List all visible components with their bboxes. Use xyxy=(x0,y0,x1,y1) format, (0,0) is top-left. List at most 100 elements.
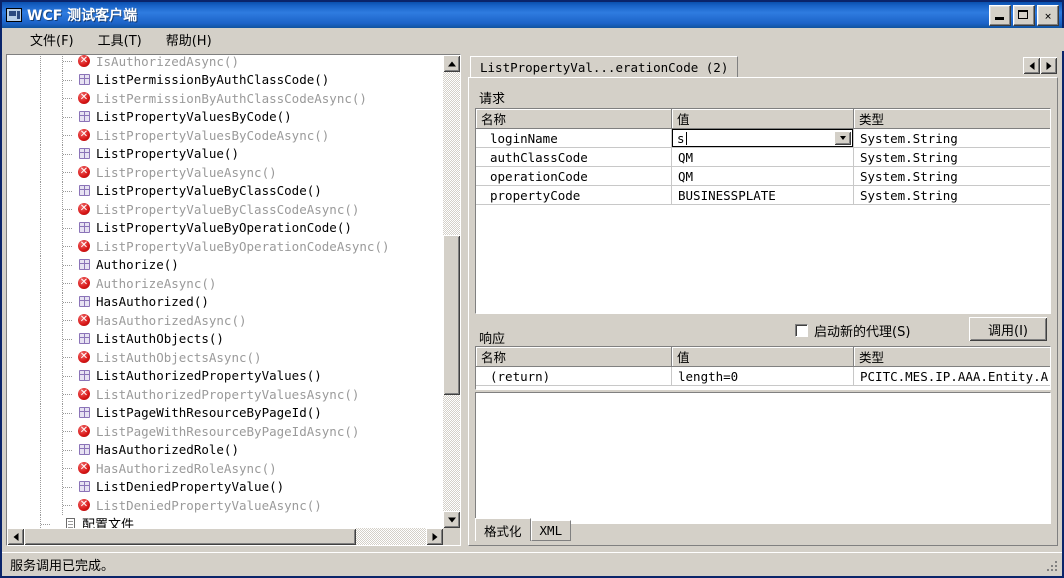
tree-item[interactable]: HasAuthorizedRole() xyxy=(7,440,443,460)
service-tree-panel: ✕ IsAuthorizedAsync() ListPermissionByAuth… xyxy=(6,54,461,546)
cell-type[interactable]: System.String xyxy=(854,148,1050,167)
request-section-label: 请求 xyxy=(479,92,506,107)
request-row[interactable]: loginName s System.String xyxy=(476,129,1050,148)
cell-type[interactable]: System.String xyxy=(854,186,1050,205)
tab-scroll-left-icon[interactable] xyxy=(1023,57,1040,74)
method-cube-icon xyxy=(76,479,92,495)
response-row[interactable]: (return) length=0 PCITC.MES.IP.AAA.Entity.… xyxy=(476,367,1050,386)
request-col-value[interactable]: 值 xyxy=(672,109,854,129)
tree-item-label: HasAuthorizedRoleAsync() xyxy=(96,460,277,476)
close-button[interactable]: ✕ xyxy=(1037,5,1059,26)
red-x-icon: ✕ xyxy=(76,90,92,106)
tree-item[interactable]: ListAuthObjects() xyxy=(7,329,443,349)
horizontal-scroll-thumb[interactable] xyxy=(24,528,356,545)
cell-value[interactable]: BUSINESSPLATE xyxy=(672,186,854,205)
tree-item-label: ListPropertyValueAsync() xyxy=(96,164,277,180)
operation-panel: ListPropertyVal...erationCode (2) 请求 名称 … xyxy=(468,54,1058,546)
response-detail-area[interactable] xyxy=(475,392,1051,524)
request-col-name[interactable]: 名称 xyxy=(476,109,672,129)
tree-item[interactable]: ✕ ListPropertyValueByClassCodeAsync() xyxy=(7,200,443,219)
tree-item[interactable]: Authorize() xyxy=(7,255,443,275)
invoke-button[interactable]: 调用(I) xyxy=(969,317,1047,341)
tree-item[interactable]: ✕ ListPropertyValueByOperationCodeAsync() xyxy=(7,237,443,256)
tree-item-config-file[interactable]: 配置文件 xyxy=(7,514,443,528)
tab-scroll-right-icon[interactable] xyxy=(1040,57,1057,74)
tree-item-label: AuthorizeAsync() xyxy=(96,275,217,291)
red-x-icon: ✕ xyxy=(76,164,92,180)
start-new-proxy-checkbox[interactable] xyxy=(795,324,808,337)
tree-item[interactable]: ✕ AuthorizeAsync() xyxy=(7,274,443,293)
cell-name[interactable]: (return) xyxy=(476,367,672,386)
scroll-right-button[interactable] xyxy=(426,528,443,545)
tree-item[interactable]: ✕ ListAuthorizedPropertyValuesAsync() xyxy=(7,385,443,404)
request-row[interactable]: propertyCode BUSINESSPLATE System.String xyxy=(476,186,1050,205)
method-cube-icon xyxy=(76,368,92,384)
tree-item[interactable]: HasAuthorized() xyxy=(7,292,443,312)
tree-item-label: ListPropertyValuesByCode() xyxy=(96,109,292,125)
tree-item[interactable]: ListPageWithResourceByPageId() xyxy=(7,403,443,423)
tree-item[interactable]: ListPropertyValuesByCode() xyxy=(7,107,443,127)
tree-item-label: ListPageWithResourceByPageIdAsync() xyxy=(96,423,360,439)
tree-item[interactable]: ListPropertyValueByOperationCode() xyxy=(7,218,443,238)
response-col-type[interactable]: 类型 xyxy=(854,347,1050,367)
menu-tools[interactable]: 工具(T) xyxy=(86,28,154,51)
red-x-icon: ✕ xyxy=(76,275,92,291)
method-cube-icon xyxy=(76,146,92,162)
value-input-text[interactable]: s xyxy=(673,131,685,146)
cell-type[interactable]: PCITC.MES.IP.AAA.Entity.A xyxy=(854,367,1050,386)
tree-item[interactable]: ListAuthorizedPropertyValues() xyxy=(7,366,443,386)
tab-list-property-value-by-operation-code[interactable]: ListPropertyVal...erationCode (2) xyxy=(470,56,739,77)
response-col-value[interactable]: 值 xyxy=(672,347,854,367)
tree-item[interactable]: ✕ IsAuthorizedAsync() xyxy=(7,55,443,71)
vertical-scroll-thumb[interactable] xyxy=(443,235,460,395)
tree-item[interactable]: ✕ ListPropertyValueAsync() xyxy=(7,163,443,182)
tree-item[interactable]: ListDeniedPropertyValue() xyxy=(7,477,443,497)
scroll-down-button[interactable] xyxy=(443,511,460,528)
maximize-button[interactable] xyxy=(1013,5,1035,26)
request-col-type[interactable]: 类型 xyxy=(854,109,1050,129)
tree-item[interactable]: ✕ ListPropertyValuesByCodeAsync() xyxy=(7,126,443,145)
service-tree[interactable]: ✕ IsAuthorizedAsync() ListPermissionByAuth… xyxy=(7,55,443,528)
tree-item[interactable]: ListPropertyValueByClassCode() xyxy=(7,181,443,201)
tree-item[interactable]: ListPermissionByAuthClassCode() xyxy=(7,70,443,90)
resize-grip-icon[interactable] xyxy=(1047,561,1059,573)
tree-item-label: ListPropertyValue() xyxy=(96,146,239,162)
cell-name[interactable]: propertyCode xyxy=(476,186,672,205)
request-row[interactable]: authClassCode QM System.String xyxy=(476,148,1050,167)
request-row[interactable]: operationCode QM System.String xyxy=(476,167,1050,186)
cell-name[interactable]: operationCode xyxy=(476,167,672,186)
chevron-down-icon[interactable] xyxy=(834,131,851,145)
tree-item[interactable]: ✕ ListPageWithResourceByPageIdAsync() xyxy=(7,422,443,441)
cell-type[interactable]: System.String xyxy=(854,129,1050,148)
window-title: WCF 测试客户端 xyxy=(27,8,138,24)
scroll-up-button[interactable] xyxy=(443,55,460,72)
cell-type[interactable]: System.String xyxy=(854,167,1050,186)
cell-value[interactable]: length=0 xyxy=(672,367,854,386)
tab-formatted[interactable]: 格式化 xyxy=(475,518,531,541)
response-col-name[interactable]: 名称 xyxy=(476,347,672,367)
cell-value[interactable]: s xyxy=(672,129,854,148)
tree-horizontal-scrollbar[interactable] xyxy=(7,528,443,545)
tree-item[interactable]: ✕ ListPermissionByAuthClassCodeAsync() xyxy=(7,89,443,108)
tree-item[interactable]: ✕ ListDeniedPropertyValueAsync() xyxy=(7,496,443,515)
cell-name[interactable]: loginName xyxy=(476,129,672,148)
tree-item-label: ListAuthorizedPropertyValues() xyxy=(96,368,322,384)
tree-vertical-scrollbar[interactable] xyxy=(443,55,460,528)
cell-value[interactable]: QM xyxy=(672,167,854,186)
request-grid: 名称 值 类型 loginName s System.String authClass… xyxy=(475,108,1051,314)
menu-file[interactable]: 文件(F) xyxy=(18,28,86,51)
tree-item[interactable]: ✕ HasAuthorizedRoleAsync() xyxy=(7,459,443,478)
tree-item-label: ListPermissionByAuthClassCode() xyxy=(96,72,330,88)
tree-item[interactable]: ListPropertyValue() xyxy=(7,144,443,164)
tab-xml[interactable]: XML xyxy=(530,520,572,541)
menu-help[interactable]: 帮助(H) xyxy=(154,28,224,51)
invoke-button-label: 调用(I) xyxy=(988,323,1028,339)
scroll-left-button[interactable] xyxy=(7,528,24,545)
tree-item[interactable]: ✕ ListAuthObjectsAsync() xyxy=(7,348,443,367)
cell-value[interactable]: QM xyxy=(672,148,854,167)
minimize-button[interactable] xyxy=(989,5,1011,26)
cell-name[interactable]: authClassCode xyxy=(476,148,672,167)
response-view-tabs: 格式化 XML xyxy=(475,518,572,541)
tree-item[interactable]: ✕ HasAuthorizedAsync() xyxy=(7,311,443,330)
main-content: ✕ IsAuthorizedAsync() ListPermissionByAuth… xyxy=(2,50,1062,552)
